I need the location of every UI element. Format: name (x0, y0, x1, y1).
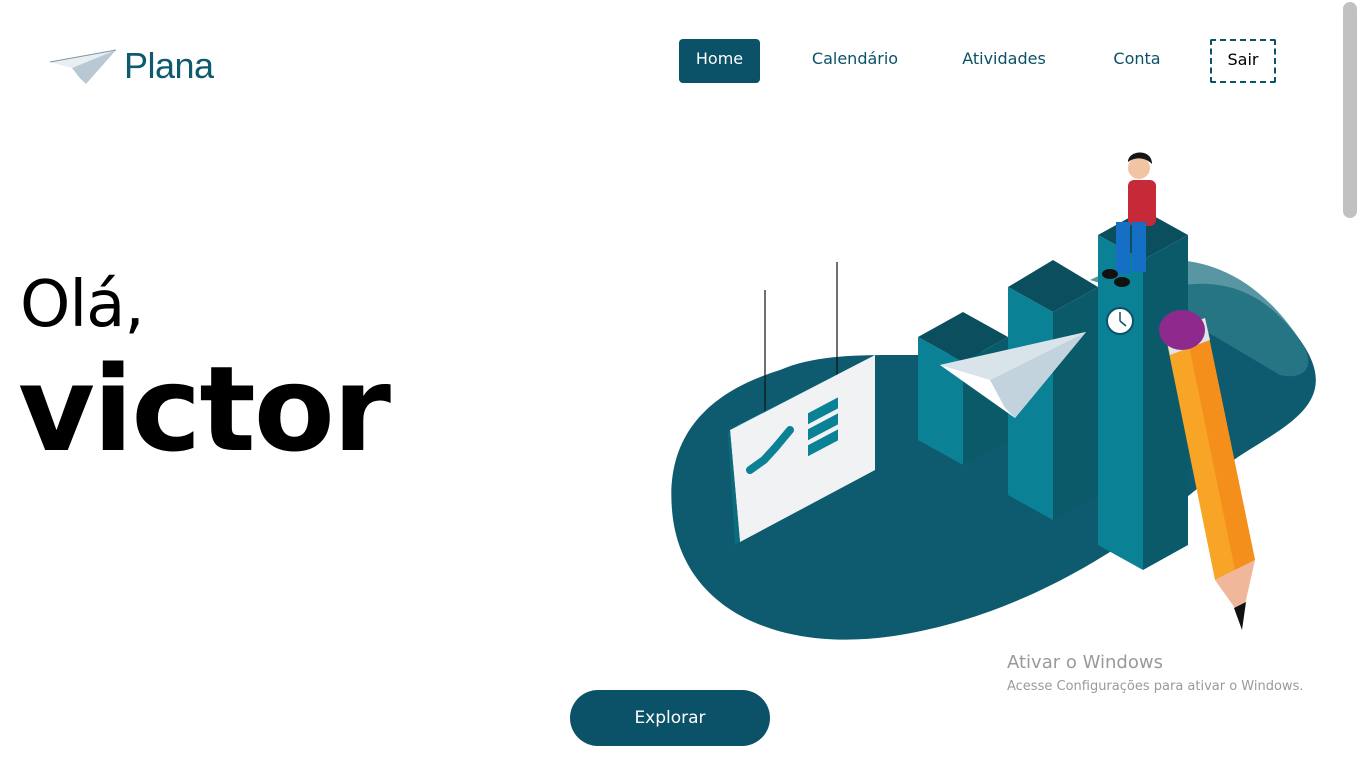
explore-button[interactable]: Explorar (570, 690, 770, 746)
windows-activation-watermark: Ativar o Windows Acesse Configurações pa… (1007, 652, 1303, 694)
brand-name: Plana (124, 45, 214, 86)
user-name: victor (18, 340, 391, 478)
nav-calendar[interactable]: Calendário (795, 39, 915, 83)
brand-logo[interactable]: Plana (48, 44, 214, 88)
nav-home[interactable]: Home (679, 39, 760, 83)
paper-plane-icon (49, 49, 117, 84)
scrollbar-thumb[interactable] (1343, 2, 1357, 218)
nav-activities[interactable]: Atividades (949, 39, 1059, 83)
logout-button[interactable]: Sair (1210, 39, 1276, 83)
nav-account[interactable]: Conta (1099, 39, 1175, 83)
hero-illustration (671, 152, 1316, 640)
greeting-text: Olá, (20, 268, 145, 342)
vertical-scrollbar[interactable] (1338, 0, 1360, 768)
watermark-subtitle: Acesse Configurações para ativar o Windo… (1007, 679, 1304, 694)
watermark-title: Ativar o Windows (1007, 652, 1163, 673)
